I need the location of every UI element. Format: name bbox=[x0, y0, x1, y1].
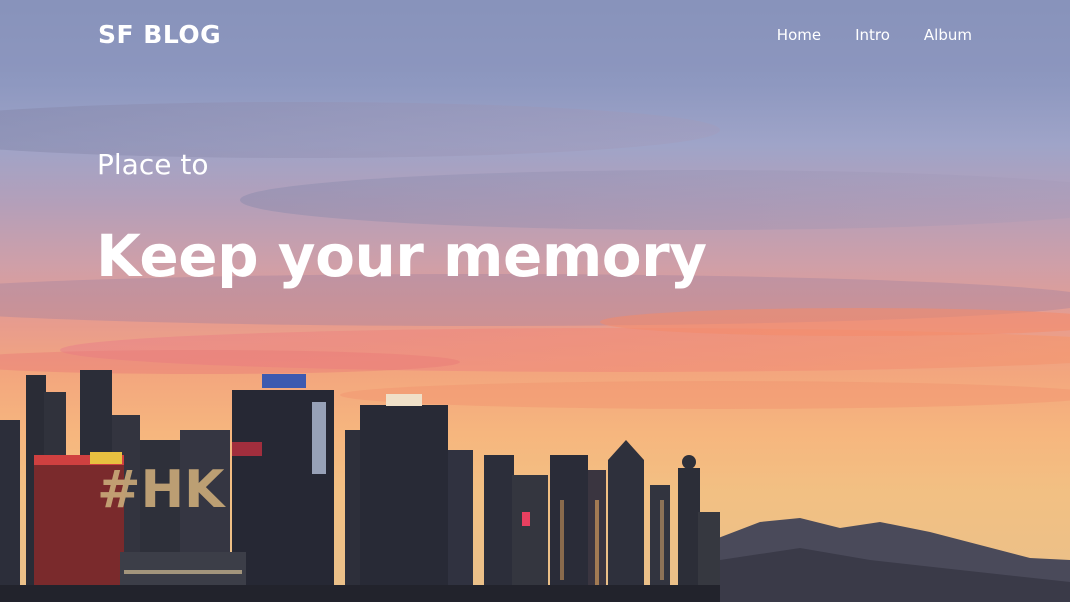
nav-link-intro[interactable]: Intro bbox=[855, 26, 890, 44]
nav-link-home[interactable]: Home bbox=[777, 26, 821, 44]
nav-link-album[interactable]: Album bbox=[924, 26, 972, 44]
hero-hashtag: #HK bbox=[97, 460, 225, 520]
top-navbar: SF BLOG Home Intro Album bbox=[0, 0, 1070, 72]
nav-links: Home Intro Album bbox=[777, 26, 972, 44]
hero-headline: Keep your memory bbox=[96, 222, 707, 290]
hero-section: SF BLOG Home Intro Album Place to Keep y… bbox=[0, 0, 1070, 602]
hero-subtitle: Place to bbox=[97, 148, 209, 181]
brand-logo-link[interactable]: SF BLOG bbox=[98, 20, 221, 49]
